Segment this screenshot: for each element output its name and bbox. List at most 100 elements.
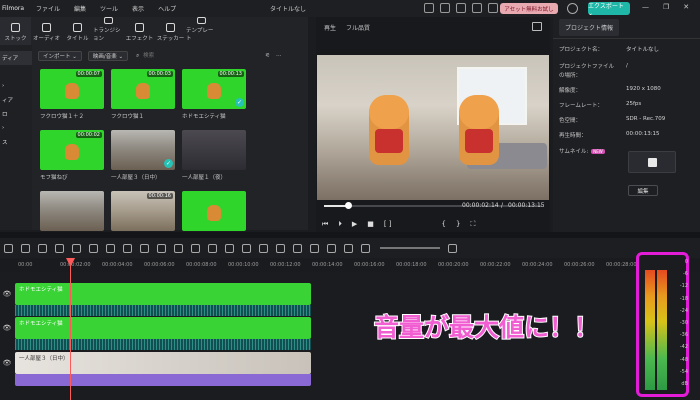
keyframe-icon[interactable] xyxy=(174,243,183,253)
play-frame-icon[interactable]: ⏵ xyxy=(338,220,342,229)
redo-icon[interactable] xyxy=(21,243,30,253)
media-clip[interactable]: 一人部屋１（夜） xyxy=(182,130,246,181)
media-clip[interactable]: 00:00:13 ✓ ホドモエシティ猫 xyxy=(182,69,246,120)
download-icon[interactable] xyxy=(472,3,482,13)
snapshot-icon[interactable] xyxy=(532,22,542,31)
stop-icon[interactable]: ■ xyxy=(367,220,374,229)
clip-thumbnail[interactable] xyxy=(182,191,246,231)
clip-thumbnail[interactable] xyxy=(40,191,104,231)
sidebar-item-2[interactable]: ィア xyxy=(0,93,32,107)
clip-thumbnail[interactable]: 00:00:16 xyxy=(111,191,175,231)
undo-icon[interactable] xyxy=(4,243,13,253)
text-icon[interactable] xyxy=(89,243,98,253)
monitor-icon[interactable] xyxy=(424,3,434,13)
sidebar-item-4[interactable]: › xyxy=(0,121,32,135)
import-dropdown[interactable]: インポート ⌄ xyxy=(38,51,82,61)
avatar[interactable] xyxy=(567,3,578,14)
tab-stickers[interactable]: ステッカー xyxy=(155,17,186,45)
audio-clip-3[interactable] xyxy=(15,374,311,386)
minimize-icon[interactable]: — xyxy=(642,3,649,11)
tab-transitions[interactable]: トランジション xyxy=(93,17,124,45)
ai-icon[interactable] xyxy=(191,243,200,253)
thumbnail-slot[interactable] xyxy=(628,151,676,173)
media-clip[interactable]: ✓ 一人部屋３（日中） xyxy=(111,130,175,181)
menu-help[interactable]: ヘルプ xyxy=(158,4,176,13)
menu-tools[interactable]: ツール xyxy=(100,4,118,13)
step-back-icon[interactable]: ⏮ xyxy=(322,220,328,229)
audio-waveform-2[interactable] xyxy=(15,339,311,350)
close-icon[interactable]: ✕ xyxy=(683,3,689,11)
cloud-icon[interactable] xyxy=(456,3,466,13)
tab-templates[interactable]: テンプレート xyxy=(186,17,217,45)
audio-waveform-1[interactable] xyxy=(15,305,311,316)
clip-thumbnail[interactable] xyxy=(182,130,246,170)
media-clip[interactable]: 00:00:07 フクロウ猫１＋２ xyxy=(40,69,104,120)
timeline-clip-2[interactable]: ホドモエシティ猫 xyxy=(15,317,311,339)
record-icon[interactable] xyxy=(242,243,251,253)
preview-icon[interactable] xyxy=(310,243,319,253)
zoom-in-icon[interactable] xyxy=(448,243,457,253)
playhead[interactable] xyxy=(70,258,71,400)
clip-thumbnail[interactable]: 00:00:13 ✓ xyxy=(182,69,246,109)
export-button[interactable]: エクスポート ⌄ xyxy=(588,2,630,17)
play-icon[interactable]: ▶ xyxy=(352,220,357,229)
edit-thumbnail-button[interactable]: 編集 xyxy=(628,185,658,196)
voice-icon[interactable] xyxy=(259,243,268,253)
save-icon[interactable] xyxy=(440,3,450,13)
zoom-slider[interactable] xyxy=(380,247,440,249)
timeline-clip-3[interactable]: 一人部屋３（日中） xyxy=(15,352,311,374)
scrubber-handle[interactable] xyxy=(344,202,352,209)
filter-dropdown[interactable]: 映画/音楽 ⌄ xyxy=(87,51,129,61)
tab-titles[interactable]: タイトル xyxy=(62,17,93,45)
menu-file[interactable]: ファイル xyxy=(36,4,60,13)
preview-mode[interactable]: 再生 xyxy=(324,23,336,32)
brackets-icon[interactable]: [ ] xyxy=(384,220,392,229)
clip-thumbnail[interactable]: ✓ xyxy=(111,130,175,170)
media-clip[interactable]: 00:00:02 モフ猫ねび xyxy=(40,130,104,181)
split-icon[interactable] xyxy=(344,243,353,253)
video-preview[interactable] xyxy=(317,55,549,200)
search-input[interactable] xyxy=(143,51,254,61)
snap-icon[interactable] xyxy=(276,243,285,253)
audio-icon[interactable] xyxy=(140,243,149,253)
menu-view[interactable]: 表示 xyxy=(132,4,144,13)
sidebar-item-5[interactable]: ス xyxy=(0,135,32,149)
speed-icon[interactable] xyxy=(106,243,115,253)
asset-promo-button[interactable]: アセット無料お試し xyxy=(500,3,558,14)
tab-stock[interactable]: ストック xyxy=(0,17,31,45)
eye-icon[interactable]: 👁 xyxy=(0,352,14,374)
project-info-tab[interactable]: プロジェクト情報 xyxy=(553,17,700,39)
crop-icon[interactable] xyxy=(72,243,81,253)
timeline-ruler[interactable]: 00:00 00:00:02:00 00:00:04:00 00:00:06:00 00… xyxy=(0,258,700,272)
mark-out-icon[interactable]: } xyxy=(456,220,460,229)
tab-effects[interactable]: エフェクト xyxy=(124,17,155,45)
more-icon[interactable] xyxy=(208,243,217,253)
clip-thumbnail[interactable]: 00:00:02 xyxy=(40,130,104,170)
quality-dropdown[interactable]: フル品質 xyxy=(346,23,370,32)
grid-icon[interactable] xyxy=(488,3,498,13)
sidebar-item-1[interactable]: › xyxy=(0,79,32,93)
zoom-out-icon[interactable] xyxy=(361,243,370,253)
mark-in-icon[interactable]: { xyxy=(442,220,446,229)
mask-icon[interactable] xyxy=(157,243,166,253)
more-icon[interactable]: ⋯ xyxy=(276,53,282,59)
delete-icon[interactable] xyxy=(38,243,47,253)
maximize-icon[interactable]: ❐ xyxy=(663,3,669,11)
sidebar-item-media[interactable]: ディア xyxy=(0,51,32,65)
mix-icon[interactable] xyxy=(327,243,336,253)
clip-thumbnail[interactable]: 00:00:07 xyxy=(40,69,104,109)
clip-thumbnail[interactable]: 00:00:03 xyxy=(111,69,175,109)
timeline-clip-1[interactable]: ホドモエシティ猫 xyxy=(15,283,311,305)
fullscreen-icon[interactable]: ⛶ xyxy=(470,220,475,229)
link-icon[interactable] xyxy=(293,243,302,253)
marker-icon[interactable] xyxy=(225,243,234,253)
eye-icon[interactable]: 👁 xyxy=(0,317,14,339)
tab-audio[interactable]: オーディオ xyxy=(31,17,62,45)
menu-edit[interactable]: 編集 xyxy=(74,4,86,13)
cut-icon[interactable] xyxy=(55,243,64,253)
sidebar-item-3[interactable]: ロ xyxy=(0,107,32,121)
media-clip[interactable]: 00:00:03 フクロウ猫１ xyxy=(111,69,175,120)
eye-icon[interactable]: 👁 xyxy=(0,283,14,305)
filter-icon[interactable]: ⚟ xyxy=(265,53,270,59)
color-icon[interactable] xyxy=(123,243,132,253)
